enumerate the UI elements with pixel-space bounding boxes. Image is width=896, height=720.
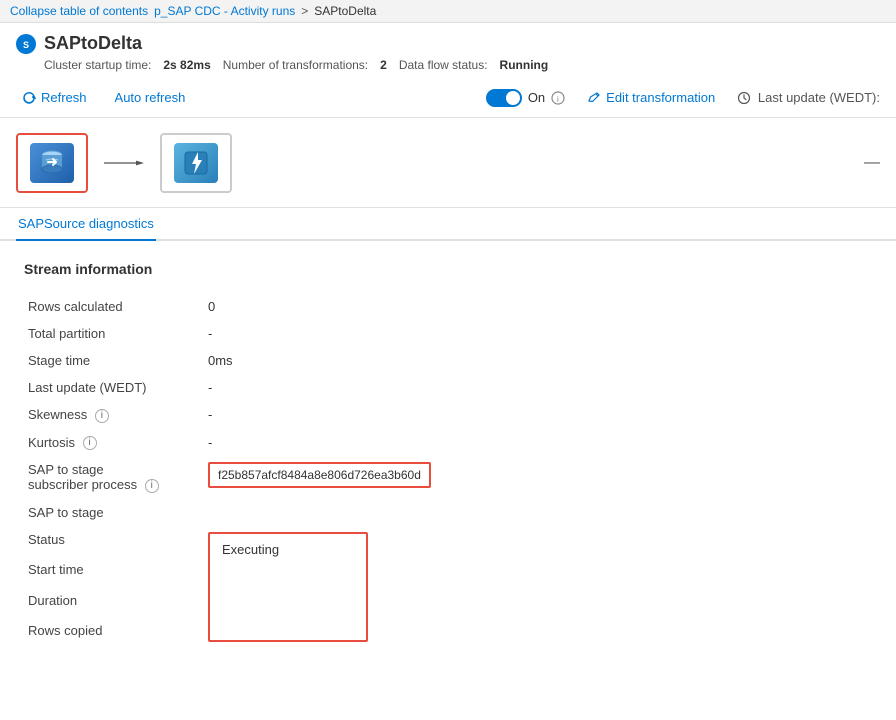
source-node-icon — [36, 147, 68, 179]
num-transform-label: Number of transformations: — [223, 58, 368, 72]
row-label: Kurtosis i — [24, 429, 204, 457]
row-value: - — [204, 401, 872, 429]
breadcrumb-current: SAPtoDelta — [314, 4, 376, 18]
row-value: - — [204, 320, 872, 347]
flow-node-2[interactable] — [160, 133, 232, 193]
tab-sapsource-diagnostics[interactable]: SAPSource diagnostics — [16, 208, 156, 241]
table-row: Total partition - — [24, 320, 872, 347]
stream-info-title: Stream information — [24, 261, 872, 277]
row-label: Rows calculated — [24, 293, 204, 320]
rows-copied-label: Rows copied — [24, 617, 204, 648]
row-label: Last update (WEDT) — [24, 374, 204, 401]
diagnostics-tabs: SAPSource diagnostics — [0, 208, 896, 241]
meta-row: Cluster startup time: 2s 82ms Number of … — [16, 58, 880, 72]
status-value: Executing — [222, 542, 279, 557]
page-title: SAPtoDelta — [44, 33, 142, 54]
table-row: Skewness i - — [24, 401, 872, 429]
status-label: Status — [24, 526, 204, 557]
skewness-info-icon: i — [95, 409, 109, 423]
toggle-group: On i — [486, 89, 565, 107]
toggle-switch[interactable] — [486, 89, 522, 107]
row-label: Total partition — [24, 320, 204, 347]
main-content: Stream information Rows calculated 0 Tot… — [0, 241, 896, 668]
flow-node-1[interactable] — [16, 133, 88, 193]
table-row: Stage time 0ms — [24, 347, 872, 374]
edit-transformation-button[interactable]: Edit transformation — [581, 86, 721, 109]
edit-icon — [587, 91, 601, 105]
table-row: SAP to stage — [24, 499, 872, 526]
row-label: Skewness i — [24, 401, 204, 429]
num-transform-value: 2 — [380, 58, 387, 72]
refresh-button[interactable]: Refresh — [16, 86, 93, 109]
table-row: SAP to stagesubscriber process i f25b857… — [24, 456, 872, 499]
edit-transformation-label: Edit transformation — [606, 90, 715, 105]
duration-label: Duration — [24, 587, 204, 618]
connector-arrow — [104, 155, 144, 171]
data-flow-value: Running — [500, 58, 549, 72]
row-value: 0 — [204, 293, 872, 320]
refresh-icon — [22, 91, 36, 105]
toolbar: Refresh Auto refresh On i Edit transform… — [0, 78, 896, 118]
cluster-startup-label: Cluster startup time: — [44, 58, 151, 72]
row-value: - — [204, 374, 872, 401]
status-box: Executing — [208, 532, 368, 642]
collapse-table-btn[interactable]: Collapse table of contents — [10, 4, 148, 18]
clock-icon — [737, 91, 751, 105]
row-label: Stage time — [24, 347, 204, 374]
table-row: Status Executing — [24, 526, 872, 557]
row-value — [204, 499, 872, 526]
status-box-cell: Executing — [204, 526, 872, 648]
last-update-label: Last update (WEDT): — [737, 90, 880, 106]
page-icon: S — [16, 34, 36, 54]
toggle-on-label: On — [528, 90, 545, 105]
info-icon: i — [551, 91, 565, 105]
sap-subscriber-info-icon: i — [145, 479, 159, 493]
transform-node-icon — [180, 147, 212, 179]
svg-text:S: S — [23, 40, 29, 50]
stream-info-table: Rows calculated 0 Total partition - Stag… — [24, 293, 872, 648]
subscriber-id-highlight: f25b857afcf8484a8e806d726ea3b60d — [208, 462, 431, 488]
breadcrumb-sep1: > — [301, 4, 308, 18]
row-label: SAP to stagesubscriber process i — [24, 456, 204, 499]
sap-to-stage-header: SAP to stage — [24, 499, 204, 526]
auto-refresh-button[interactable]: Auto refresh — [109, 86, 192, 109]
refresh-label: Refresh — [41, 90, 87, 105]
breadcrumb-parent[interactable]: p_SAP CDC - Activity runs — [154, 4, 295, 18]
row-value: 0ms — [204, 347, 872, 374]
page-header: S SAPtoDelta Cluster startup time: 2s 82… — [0, 23, 896, 78]
flow-node-1-inner — [30, 143, 74, 183]
start-time-label: Start time — [24, 556, 204, 587]
flow-connector — [104, 155, 144, 171]
data-flow-label: Data flow status: — [399, 58, 488, 72]
flow-area: — — [0, 118, 896, 208]
table-row: Kurtosis i - — [24, 429, 872, 457]
breadcrumb-bar: Collapse table of contents p_SAP CDC - A… — [0, 0, 896, 23]
table-row: Last update (WEDT) - — [24, 374, 872, 401]
row-value: f25b857afcf8484a8e806d726ea3b60d — [204, 456, 872, 499]
svg-text:i: i — [557, 95, 559, 104]
minimize-button[interactable]: — — [864, 154, 880, 172]
table-row: Rows calculated 0 — [24, 293, 872, 320]
title-row: S SAPtoDelta — [16, 33, 880, 54]
cluster-startup-value: 2s 82ms — [163, 58, 210, 72]
row-value: - — [204, 429, 872, 457]
kurtosis-info-icon: i — [83, 436, 97, 450]
auto-refresh-label: Auto refresh — [115, 90, 186, 105]
flow-node-2-inner — [174, 143, 218, 183]
